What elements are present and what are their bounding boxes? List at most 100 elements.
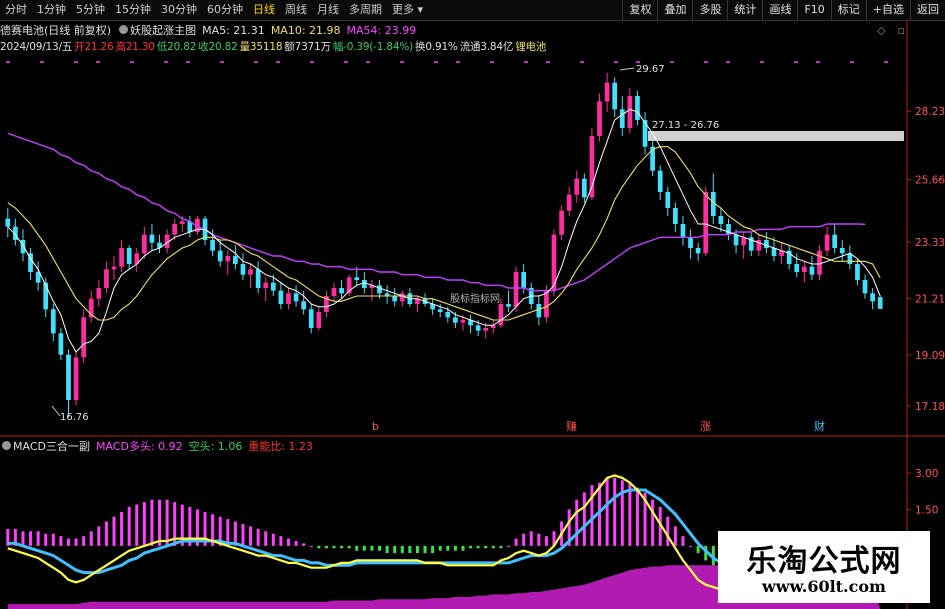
candle-body <box>824 234 830 251</box>
candle-body <box>217 250 223 262</box>
candle-body <box>225 256 231 262</box>
candle-body <box>642 120 648 147</box>
signal-dot <box>434 61 438 63</box>
chart-canvas[interactable]: 17.18 19.09 21.21 23.33 25.66 28.23 1.50 3.00 2… <box>0 0 945 609</box>
high-pointer-line <box>619 67 635 71</box>
macd-histogram-bar <box>59 536 63 546</box>
price-tick-label: 25.66 <box>915 175 945 187</box>
macd-histogram-bar <box>82 536 86 546</box>
macd-histogram-bar <box>544 536 548 546</box>
macd-histogram-bar <box>408 545 412 554</box>
signal-dot <box>760 61 764 63</box>
macd-histogram-bar <box>484 545 488 549</box>
signal-dot <box>670 61 674 63</box>
candle-body <box>589 136 595 198</box>
macd-histogram-bar <box>256 528 260 546</box>
signal-dot <box>456 61 460 63</box>
candle-body <box>862 280 868 294</box>
event-marker-1: 赚 <box>566 419 577 433</box>
candle-body <box>483 328 489 331</box>
chart-annotations: 29.67 16.76 27.13 - 26.76 股标指标网 b 赚 涨 财 <box>51 64 825 433</box>
candle-body <box>179 221 185 224</box>
candle-body <box>50 309 56 334</box>
zone-range-label: 27.13 - 26.76 <box>652 120 719 131</box>
macd-histogram-bar <box>514 538 518 546</box>
macd-histogram-bar <box>44 533 48 546</box>
macd-histogram-bar <box>575 499 579 546</box>
macd-histogram-bar <box>271 533 275 546</box>
event-marker-0: b <box>372 420 379 433</box>
candle-body <box>703 192 709 254</box>
candle-body <box>475 325 481 331</box>
signal-dot <box>794 61 798 63</box>
candle-body <box>339 288 344 294</box>
macd-histogram-bar <box>36 531 40 546</box>
signal-dot <box>884 61 888 63</box>
candle-body <box>331 288 337 296</box>
signal-dot <box>816 61 820 63</box>
macd-histogram-bar <box>51 533 55 546</box>
macd-histogram-bar <box>347 545 351 549</box>
candle-body <box>733 234 739 246</box>
macd-histogram-bar <box>628 482 632 546</box>
macd-histogram-bar <box>355 545 359 551</box>
macd-histogram-bar <box>104 521 108 546</box>
candle-body <box>233 256 238 264</box>
watermark-title: 乐淘公式网 <box>746 544 902 579</box>
macd-histogram-bar <box>605 477 609 546</box>
candle-body <box>809 266 815 275</box>
candle-body <box>718 216 724 224</box>
signal-dot <box>344 61 348 63</box>
candle-body <box>635 96 640 120</box>
macd-histogram-bar <box>21 531 25 546</box>
candle-body <box>293 293 299 302</box>
macd-histogram-bar <box>120 511 124 546</box>
signal-dot <box>40 61 44 63</box>
candle-body <box>559 210 564 235</box>
candle-body <box>286 293 291 304</box>
candle-body <box>301 301 307 310</box>
candle-body <box>657 170 663 192</box>
signal-dot <box>6 61 10 63</box>
macd-histogram-bar <box>491 545 495 549</box>
candle-body <box>263 282 269 288</box>
macd-histogram-bar <box>666 516 670 546</box>
macd-histogram-bar <box>635 487 639 546</box>
candle-body <box>210 240 215 251</box>
macd-histogram-bar <box>165 499 169 546</box>
macd-histogram-bar <box>537 533 541 546</box>
candle-body <box>354 277 360 280</box>
macd-tick-label: 1.50 <box>915 504 938 516</box>
candle-body <box>172 224 178 235</box>
macd-histogram-bar <box>385 545 389 554</box>
candle-body <box>877 297 883 309</box>
macd-histogram-bar <box>393 545 397 554</box>
macd-histogram-bar <box>522 533 526 546</box>
candle-body <box>377 285 382 294</box>
low-price-label: 16.76 <box>60 412 89 423</box>
candle-body <box>104 269 109 288</box>
candle-body <box>574 178 580 195</box>
macd-histogram-bar <box>582 492 586 546</box>
signal-dot <box>850 61 854 63</box>
macd-histogram-bar <box>378 545 382 551</box>
value-axes: 17.18 19.09 21.21 23.33 25.66 28.23 1.50 3.00 <box>907 106 945 516</box>
macd-histogram-bar <box>241 524 245 546</box>
candle-body <box>316 312 322 328</box>
candle-body <box>270 282 276 291</box>
candle-body <box>612 82 618 110</box>
macd-histogram-bar <box>324 545 328 549</box>
candle-body <box>597 101 602 136</box>
macd-histogram-bar <box>97 526 101 546</box>
signal-dot <box>164 61 168 63</box>
macd-histogram-bar <box>499 545 503 549</box>
macd-histogram-bar <box>620 480 624 546</box>
signal-dot <box>220 61 224 63</box>
macd-histogram-bar <box>279 536 283 546</box>
candle-body <box>126 248 132 264</box>
candle-body <box>521 272 527 288</box>
price-tick-label: 23.33 <box>915 237 945 249</box>
candle-body <box>43 282 49 310</box>
candle-body <box>817 250 822 275</box>
macd-histogram-bar <box>362 545 366 551</box>
